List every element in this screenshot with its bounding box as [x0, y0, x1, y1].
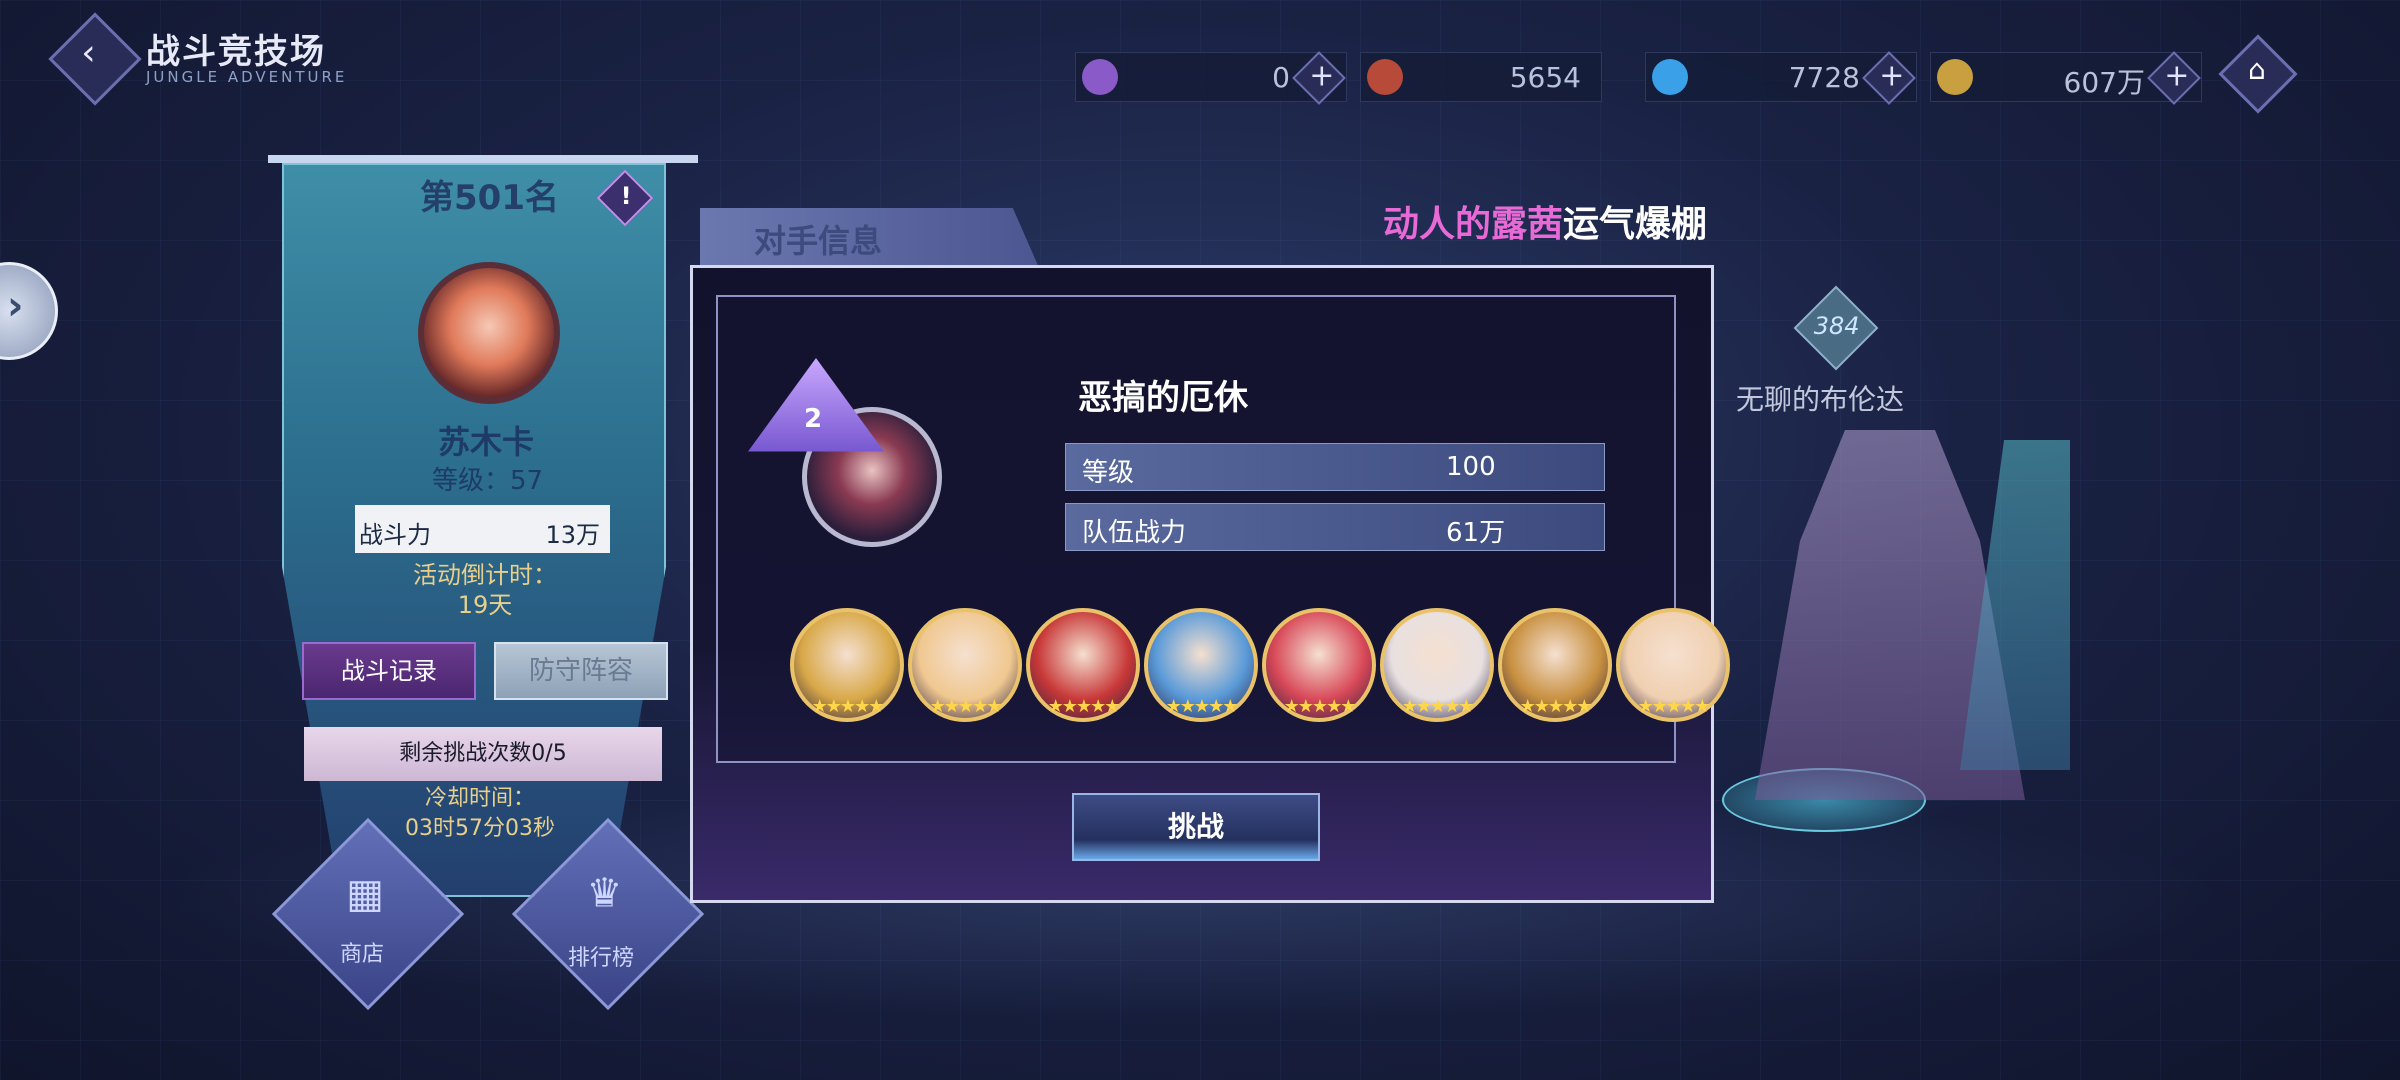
- player-rank: 第501名: [420, 178, 559, 218]
- info-icon: !: [620, 182, 632, 211]
- opponent-rank-number: 384: [1813, 311, 1860, 340]
- player-avatar: [418, 262, 560, 404]
- back-arrow-icon: ‹: [81, 32, 96, 74]
- hero-stars: ★★★★★: [1519, 696, 1593, 717]
- resource-gold-coin: 607万 +: [1930, 51, 2202, 105]
- opponent-name: 恶搞的厄休: [1078, 378, 1248, 418]
- hero-stars: ★★★★★: [1637, 696, 1711, 717]
- resource-value: 7728: [1788, 61, 1860, 94]
- resource-blue-diamond: 7728 +: [1645, 51, 1917, 105]
- cooldown-label: 冷却时间：: [424, 786, 535, 811]
- remaining-challenges: 剩余挑战次数0/5: [304, 727, 662, 781]
- defense-lineup-button[interactable]: 防守阵容: [494, 642, 668, 700]
- shop-icon: ▦: [346, 871, 384, 918]
- hero-stars: ★★★★★: [1283, 696, 1357, 717]
- opponent-name-right: 无聊的布伦达: [1736, 383, 1905, 416]
- hero-stars: ★★★★★: [1047, 696, 1121, 717]
- opponent-level-row: 等级 100: [1065, 443, 1605, 491]
- player-level: 等级：57: [432, 466, 544, 496]
- hero-stars: ★★★★★: [811, 696, 885, 717]
- hero-stars: ★★★★★: [929, 696, 1003, 717]
- shop-label: 商店: [340, 942, 385, 967]
- crown-icon: ♛: [586, 870, 623, 917]
- home-icon: ⌂: [2247, 52, 2266, 86]
- blue-diamond-icon: [1652, 59, 1688, 95]
- resource-purple-gem: 0 +: [1075, 51, 1347, 105]
- purple-gem-icon: [1082, 59, 1118, 95]
- power-value: 13万: [545, 521, 600, 549]
- chevron-right-icon: ›: [7, 283, 24, 329]
- rank-badge-number: 2: [804, 404, 823, 434]
- hero-stars: ★★★★★: [1401, 696, 1475, 717]
- dialog-tab-label: 对手信息: [754, 222, 883, 260]
- resource-value: 607万: [2063, 66, 2145, 99]
- team-power-value: 61万: [1446, 518, 1506, 548]
- marquee-text: 运气爆棚: [1563, 204, 1708, 245]
- gold-coin-icon: [1937, 59, 1973, 95]
- player-power-box: 战斗力 13万: [355, 505, 610, 553]
- marquee-highlight: 动人的露茜: [1383, 204, 1564, 245]
- page-title: 战斗竞技场: [146, 32, 326, 72]
- opponent-power-row: 队伍战力 61万: [1065, 503, 1605, 551]
- page-subtitle: JUNGLE ADVENTURE: [146, 68, 348, 86]
- resource-value: 5654: [1509, 61, 1581, 94]
- event-countdown: 活动倒计时： 19天: [360, 560, 610, 620]
- announcement-marquee: 动人的露茜运气爆棚: [1383, 195, 1707, 247]
- add-gold-button[interactable]: +: [2147, 51, 2201, 105]
- countdown-value: 19天: [457, 591, 513, 619]
- cooldown-value: 03时57分03秒: [405, 816, 555, 841]
- add-purple-gem-button[interactable]: +: [1292, 51, 1346, 105]
- battle-record-button[interactable]: 战斗记录: [302, 642, 476, 700]
- panel-top-bar: [268, 155, 698, 163]
- team-power-label: 队伍战力: [1082, 518, 1187, 548]
- power-label: 战斗力: [359, 521, 431, 549]
- hero-stars: ★★★★★: [1165, 696, 1239, 717]
- resource-medal-coin: 5654: [1360, 52, 1602, 102]
- resource-value: 0: [1272, 61, 1290, 94]
- cooldown-timer: 冷却时间： 03时57分03秒: [380, 784, 580, 844]
- add-diamond-button[interactable]: +: [1862, 51, 1916, 105]
- player-name: 苏木卡: [438, 423, 535, 461]
- level-value: 100: [1446, 452, 1496, 482]
- countdown-label: 活动倒计时：: [413, 561, 557, 589]
- challenge-button[interactable]: 挑战: [1072, 793, 1320, 861]
- level-label: 等级: [1082, 458, 1135, 488]
- leaderboard-label: 排行榜: [568, 946, 635, 971]
- medal-coin-icon: [1367, 59, 1403, 95]
